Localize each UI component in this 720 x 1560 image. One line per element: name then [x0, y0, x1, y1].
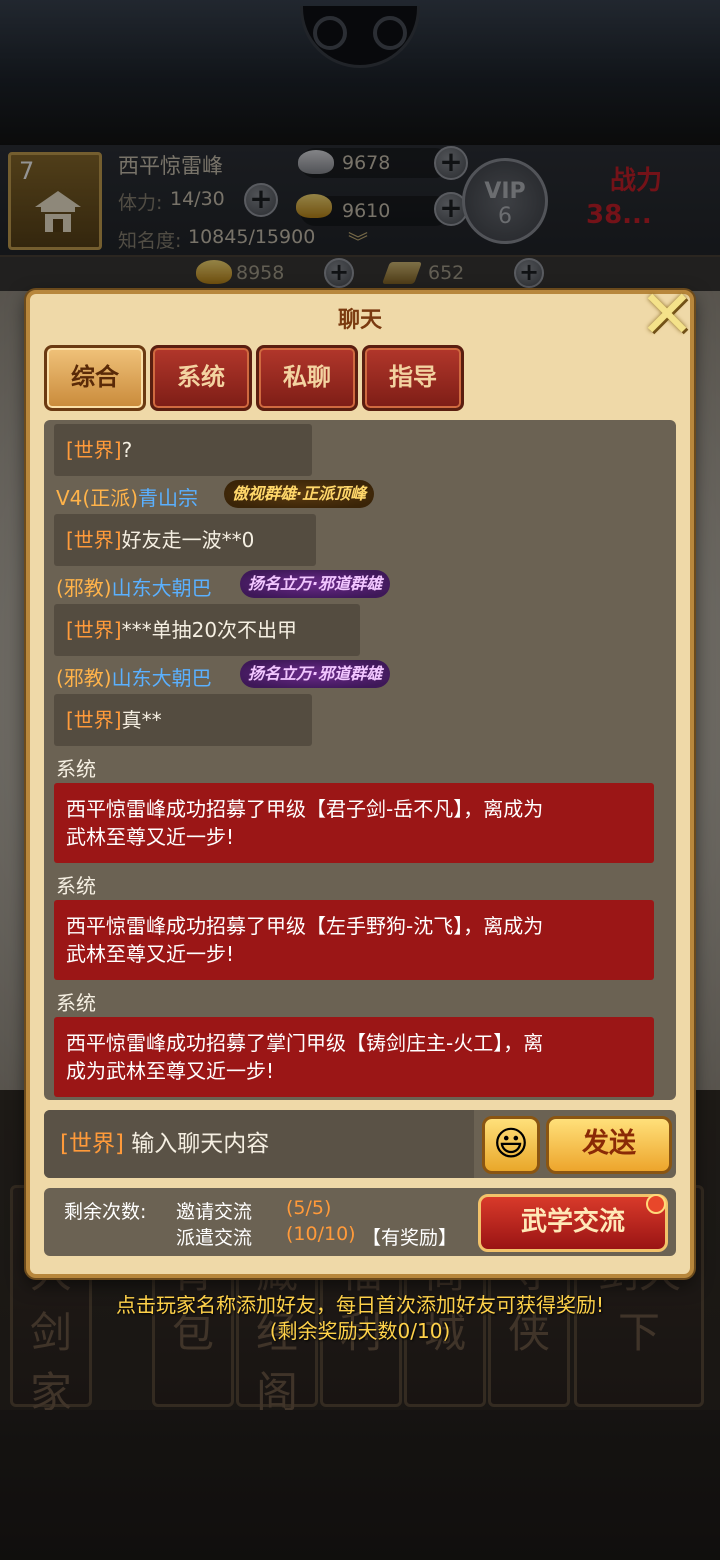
tab-guidance[interactable]: 指导 — [362, 345, 464, 411]
system-sender: 系统 — [56, 991, 96, 1015]
dispatch-count: (10/10) — [286, 1223, 356, 1245]
title-badge: 扬名立万·邪道群雄 — [240, 570, 391, 598]
system-message: 西平惊雷峰成功招募了甲级【君子剑-岳不凡】，离成为 武林至尊又近一步! — [54, 783, 654, 863]
hint-line: (剩余奖励天数0/10) — [269, 1319, 451, 1343]
system-message-line: 西平惊雷峰成功招募了甲级【左手野狗-沈飞】，离成为 — [66, 914, 544, 938]
chat-message: [世界]***单抽20次不出甲 — [54, 604, 360, 656]
message-text: ? — [121, 438, 133, 462]
emoji-button[interactable]: 😃 — [482, 1116, 540, 1174]
system-message-line: 武林至尊又近一步! — [66, 825, 235, 849]
channel-tag: [世界] — [66, 438, 122, 462]
send-button[interactable]: 发送 — [546, 1116, 672, 1174]
chat-sender[interactable]: (邪教)山东大朝巴 — [56, 662, 212, 691]
invite-count: (5/5) — [286, 1197, 332, 1219]
tab-general[interactable]: 综合 — [44, 345, 146, 411]
system-message: 西平惊雷峰成功招募了掌门甲级【铸剑庄主-火工】，离 成为武林至尊又近一步! — [54, 1017, 654, 1097]
sender-sect: (邪教) — [56, 576, 112, 600]
close-icon[interactable]: ✕ — [632, 282, 702, 352]
notification-dot-icon — [646, 1194, 666, 1214]
system-sender: 系统 — [56, 874, 96, 898]
smiley-icon: 😃 — [493, 1124, 529, 1164]
tab-system[interactable]: 系统 — [150, 345, 252, 411]
sender-sect: (邪教) — [56, 666, 112, 690]
sender-name[interactable]: 山东大朝巴 — [112, 666, 212, 690]
message-text: 真** — [121, 708, 162, 732]
friend-hint: 点击玩家名称添加好友，每日首次添加好友可获得奖励! (剩余奖励天数0/10) — [0, 1292, 720, 1344]
chat-message: [世界]? — [54, 424, 312, 476]
system-message-line: 西平惊雷峰成功招募了掌门甲级【铸剑庄主-火工】，离 — [66, 1031, 544, 1055]
remaining-label: 剩余次数: — [64, 1201, 147, 1223]
sender-name[interactable]: 山东大朝巴 — [112, 576, 212, 600]
message-text: 好友走一波**0 — [121, 528, 255, 552]
chat-sender[interactable]: (邪教)山东大朝巴 — [56, 572, 212, 601]
channel-tag: [世界] — [66, 618, 122, 642]
tab-private[interactable]: 私聊 — [256, 345, 358, 411]
chat-input[interactable]: [世界] 输入聊天内容 — [44, 1110, 474, 1178]
system-message-line: 成为武林至尊又近一步! — [66, 1059, 275, 1083]
channel-tag: [世界] — [66, 528, 122, 552]
sender-name[interactable]: 青山宗 — [138, 486, 198, 510]
sender-prefix: V4(正派) — [56, 486, 139, 510]
chat-message: [世界]真** — [54, 694, 312, 746]
channel-tag: [世界] — [66, 708, 122, 732]
chat-message-list[interactable]: [世界]? V4(正派)青山宗 傲视群雄·正派顶峰 [世界]好友走一波**0 (… — [44, 420, 676, 1100]
message-text: ***单抽20次不出甲 — [121, 618, 298, 642]
hint-line: 点击玩家名称添加好友，每日首次添加好友可获得奖励! — [115, 1293, 605, 1317]
system-sender: 系统 — [56, 757, 96, 781]
invite-label: 邀请交流 — [176, 1201, 253, 1223]
martial-exchange-button[interactable]: 武学交流 — [478, 1194, 668, 1252]
chat-sender[interactable]: V4(正派)青山宗 — [56, 482, 198, 511]
reward-tag: 【有奖励】 — [362, 1227, 458, 1249]
dialog-title: 聊天 — [337, 308, 382, 333]
channel-selector[interactable]: [世界] — [60, 1131, 124, 1157]
system-message-line: 武林至尊又近一步! — [66, 942, 235, 966]
system-message-line: 西平惊雷峰成功招募了甲级【君子剑-岳不凡】，离成为 — [66, 797, 544, 821]
system-message: 西平惊雷峰成功招募了甲级【左手野狗-沈飞】，离成为 武林至尊又近一步! — [54, 900, 654, 980]
chat-input-placeholder: 输入聊天内容 — [131, 1131, 270, 1157]
title-badge: 傲视群雄·正派顶峰 — [224, 480, 375, 508]
chat-message: [世界]好友走一波**0 — [54, 514, 316, 566]
dispatch-label: 派遣交流 — [176, 1227, 253, 1249]
title-badge: 扬名立万·邪道群雄 — [240, 660, 391, 688]
